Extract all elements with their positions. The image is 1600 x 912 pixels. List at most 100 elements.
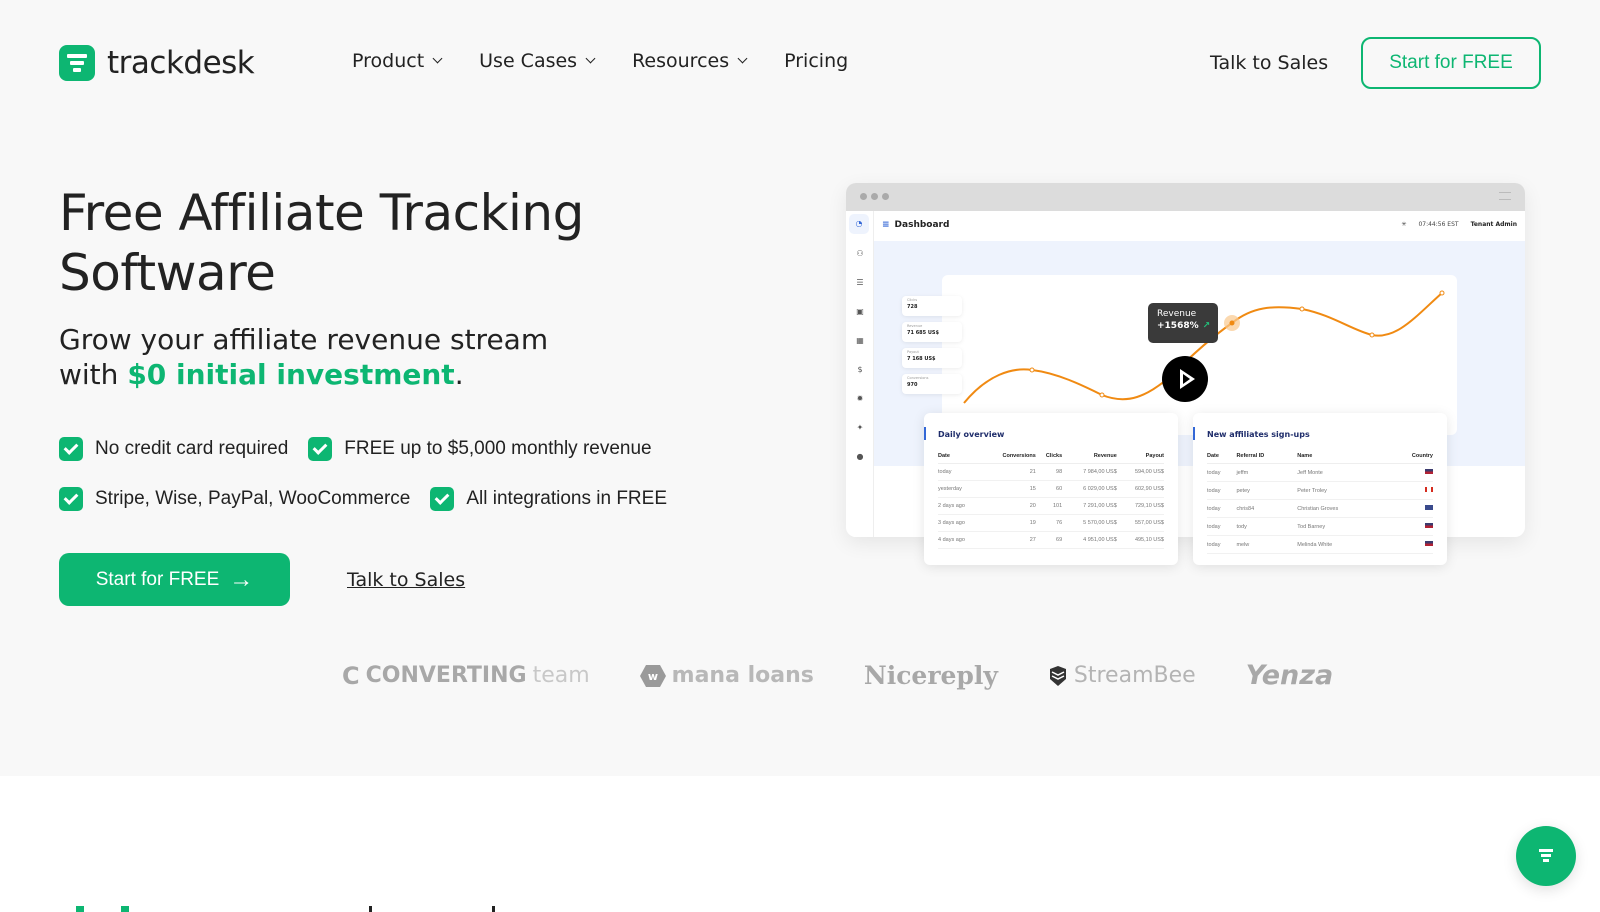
calendar-icon: ▦ xyxy=(856,336,864,345)
clock-text: 07:44:56 EST xyxy=(1418,221,1459,228)
feature-item: Stripe, Wise, PayPal, WooCommerce xyxy=(59,487,410,511)
stat-value: 7 168 US$ xyxy=(907,356,936,362)
stat-label: Clicks xyxy=(907,298,918,302)
cell: 557,00 US$ xyxy=(1116,514,1164,532)
table-row: today melw Melinda White xyxy=(1207,535,1433,554)
cell: 729,10 US$ xyxy=(1116,497,1164,515)
column-header: Date xyxy=(938,449,982,464)
nav-label: Use Cases xyxy=(479,50,578,72)
column-header: Date xyxy=(1207,449,1237,464)
sun-icon: ✳ xyxy=(1401,221,1407,228)
cell: petey xyxy=(1236,481,1298,500)
streambee-icon xyxy=(1049,665,1066,686)
next-section-peek xyxy=(121,906,129,912)
table-row: yesterday 15 60 6 029,00 US$ 602,90 US$ xyxy=(938,480,1164,498)
column-header: Payout xyxy=(1116,449,1164,464)
subtitle-suffix: . xyxy=(454,358,464,391)
table-row: today petey Peter Troley xyxy=(1207,481,1433,500)
dashboard-status: ✳ 07:44:56 EST Tenant Admin xyxy=(1401,221,1517,228)
column-header: Referral ID xyxy=(1236,449,1298,464)
trackdesk-logo-icon xyxy=(1539,849,1553,852)
start-free-button-header[interactable]: Start for FREE xyxy=(1361,37,1541,89)
feature-text: Stripe, Wise, PayPal, WooCommerce xyxy=(95,488,411,509)
data-point xyxy=(1029,367,1035,373)
column-header: Revenue xyxy=(1062,449,1117,464)
check-icon xyxy=(430,487,455,511)
cell: Jeff Monte xyxy=(1297,463,1387,482)
bolt-icon: ✦ xyxy=(856,423,864,432)
table-row: 2 days ago 20 101 7 291,00 US$ 729,10 US$ xyxy=(938,497,1164,515)
nav-product[interactable]: Product xyxy=(352,50,443,72)
cell: 2 days ago xyxy=(938,497,982,515)
flag-us-icon xyxy=(1386,463,1433,482)
stat-label: Revenue xyxy=(907,324,923,328)
subtitle-prefix: with xyxy=(59,358,128,391)
table-row: today tody Tod Barney xyxy=(1207,517,1433,536)
logo[interactable]: trackdesk xyxy=(59,45,255,81)
nav-resources[interactable]: Resources xyxy=(632,50,748,72)
nav-use-cases[interactable]: Use Cases xyxy=(479,50,596,72)
start-free-button[interactable]: Start for FREE → xyxy=(59,553,290,606)
dashboard-sidebar: ◔ ⚇ ☰ ▣ ▦ $ ✹ ✦ ● xyxy=(846,211,874,537)
cta-label: Start for FREE xyxy=(95,568,220,590)
cell: 602,90 US$ xyxy=(1116,480,1164,498)
nav-pricing[interactable]: Pricing xyxy=(784,50,848,72)
data-point xyxy=(1099,392,1105,398)
stat-card-clicks: Clicks 728 xyxy=(902,296,962,316)
column-header: Conversions xyxy=(981,449,1036,464)
cell: today xyxy=(1207,499,1237,518)
logo-nicereply: Nicereply xyxy=(864,661,998,690)
feature-text: FREE up to $5,000 monthly revenue xyxy=(344,438,652,459)
logo-mana-loans: w mana loans xyxy=(639,663,814,688)
flag-us-icon xyxy=(1386,535,1433,554)
cell: today xyxy=(1207,463,1237,482)
cell: 5 570,00 US$ xyxy=(1062,514,1117,532)
chat-widget-button[interactable] xyxy=(1516,826,1576,886)
next-section-peek xyxy=(369,906,372,912)
cell: 20 xyxy=(981,497,1036,515)
stat-label: Payout xyxy=(907,350,919,354)
title-line-2: Software xyxy=(59,244,276,302)
talk-to-sales-link[interactable]: Talk to Sales xyxy=(347,569,465,591)
play-video-button[interactable] xyxy=(1162,356,1208,402)
users-icon: ⚇ xyxy=(856,249,864,258)
cell: 6 029,00 US$ xyxy=(1062,480,1117,498)
column-header: Country xyxy=(1386,449,1433,464)
data-point xyxy=(1299,306,1305,312)
daily-overview-card: Daily overview Date Conversions Clicks R… xyxy=(924,413,1178,565)
new-signups-card: New affiliates sign-ups Date Referral ID… xyxy=(1193,413,1447,565)
main-nav: Product Use Cases Resources Pricing xyxy=(352,50,848,72)
brand-suffix: team xyxy=(532,663,590,688)
cell: Tod Barney xyxy=(1297,517,1387,536)
dashboard-title-text: Dashboard xyxy=(894,220,950,230)
brand-name: StreamBee xyxy=(1073,663,1196,688)
chevron-down-icon xyxy=(432,53,443,64)
data-point xyxy=(1369,332,1375,338)
feature-item: FREE up to $5,000 monthly revenue xyxy=(308,437,652,461)
cell: 15 xyxy=(981,480,1036,498)
tooltip-value: +1568% ↗ xyxy=(1157,321,1210,331)
data-point xyxy=(1229,320,1235,326)
nav-label: Resources xyxy=(632,50,730,72)
bus-icon: ▣ xyxy=(856,307,864,316)
dashboard-topbar: ≡ Dashboard ✳ 07:44:56 EST Tenant Admin xyxy=(874,211,1525,241)
cell: tody xyxy=(1236,517,1298,536)
nav-label: Product xyxy=(352,50,425,72)
cell: today xyxy=(938,463,982,481)
cell: 98 xyxy=(1035,463,1063,481)
subtitle-accent: $0 initial investment xyxy=(127,358,455,391)
table-row: 4 days ago 27 69 4 951,00 US$ 495,10 US$ xyxy=(938,531,1164,549)
feature-list: No credit card required FREE up to $5,00… xyxy=(59,424,679,524)
table-row: today 21 98 7 984,00 US$ 594,00 US$ xyxy=(938,463,1164,481)
cell: today xyxy=(1207,481,1237,500)
stat-card-payout: Payout 7 168 US$ xyxy=(902,348,962,368)
cell: 60 xyxy=(1035,480,1063,498)
next-section-peek xyxy=(76,906,84,912)
revenue-tooltip: Revenue +1568% ↗ xyxy=(1148,303,1218,343)
info-icon: ● xyxy=(856,452,864,461)
cell: today xyxy=(1207,535,1237,554)
check-icon xyxy=(59,437,83,461)
revenue-line-chart xyxy=(963,290,1445,404)
talk-to-sales-link-header[interactable]: Talk to Sales xyxy=(1210,52,1328,74)
chevron-down-icon xyxy=(737,53,748,64)
